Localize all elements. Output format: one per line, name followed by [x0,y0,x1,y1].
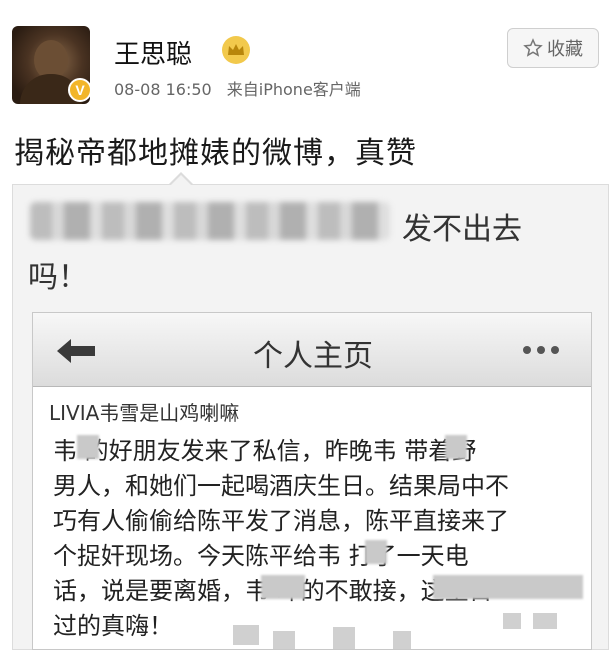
pixel-noise [533,613,557,629]
repost-text-line1: 发不出去 [402,212,522,247]
pixelated-name [365,540,387,564]
blurred-text [30,202,390,240]
embedded-line: 韦 的好朋友发来了私信，昨晚韦 带着野 [53,437,477,465]
post-source[interactable]: 来自iPhone客户端 [227,80,361,99]
pixel-noise [233,625,259,645]
embedded-line: 过的真嗨！ [53,612,173,640]
embedded-line: 个捉奸现场。今天陈平给韦 打了一天电 [53,542,469,570]
navbar: 个人主页 [33,313,591,387]
post-time: 08-08 16:50 [114,80,212,99]
favorite-button[interactable]: 收藏 [507,28,599,68]
embedded-line: 巧有人偷偷给陈平发了消息，陈平直接来了 [53,507,509,535]
favorite-label: 收藏 [547,39,583,60]
pixel-noise [273,631,295,649]
pixel-noise [393,631,411,649]
embedded-username[interactable]: LIVIA韦雪是山鸡喇嘛 [49,397,239,426]
pixelated-name [77,435,99,459]
repost-text-line2: 吗！ [28,260,88,295]
post-text: 揭秘帝都地摊婊的微博，真赞 [14,136,417,171]
verified-badge-icon: V [68,78,92,102]
star-icon [523,38,543,57]
more-dots-icon[interactable] [521,344,561,356]
pixel-noise [503,613,521,629]
embedded-screenshot: 个人主页 LIVIA韦雪是山鸡喇嘛 韦 的好朋友发来了私信，昨晚韦 带着野 男人… [32,312,592,650]
pixel-noise [333,627,355,649]
pixelated-name [433,575,583,599]
pixelated-name [261,575,305,599]
username[interactable]: 王思聪 [114,34,192,71]
nav-title: 个人主页 [253,339,373,374]
pixelated-name [445,435,467,459]
repost-notch-inner [170,175,192,186]
embedded-line: 男人，和她们一起喝酒庆生日。结果局中不 [53,472,509,500]
crown-icon [222,36,250,64]
post-meta: 08-08 16:50 来自iPhone客户端 [114,76,361,100]
